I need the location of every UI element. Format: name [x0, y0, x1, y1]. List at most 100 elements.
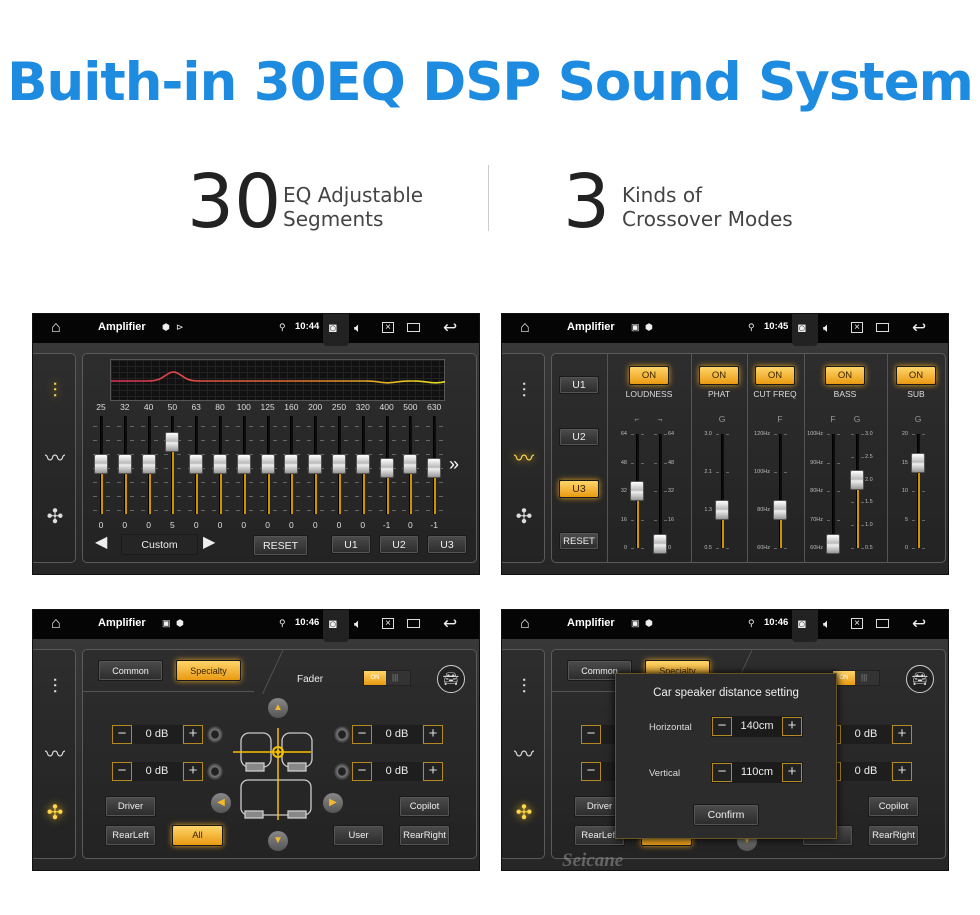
- camera-icon[interactable]: ◙: [329, 617, 337, 630]
- slider-knob[interactable]: [911, 452, 925, 473]
- slider-knob[interactable]: [403, 454, 418, 474]
- increase-button[interactable]: +: [183, 725, 203, 744]
- slider-knob[interactable]: [141, 454, 156, 474]
- close-window-icon[interactable]: ×: [382, 322, 394, 333]
- position-rearright[interactable]: RearRight: [399, 825, 450, 846]
- car-settings-button[interactable]: 🚘︎: [437, 665, 465, 693]
- slider-knob[interactable]: [213, 454, 227, 474]
- fader-toggle[interactable]: ON |||: [832, 670, 880, 686]
- seat-diagram[interactable]: [233, 725, 323, 825]
- down-arrow-button[interactable]: ▼: [268, 831, 288, 851]
- camera-icon[interactable]: ◙: [798, 617, 806, 630]
- slider-knob[interactable]: [355, 454, 370, 474]
- left-arrow-button[interactable]: ◀: [211, 793, 231, 813]
- slider-knob[interactable]: [236, 454, 251, 474]
- home-icon[interactable]: ⌂: [51, 616, 61, 632]
- more-bands-icon[interactable]: »: [449, 454, 459, 475]
- position-user[interactable]: User: [333, 825, 384, 846]
- position-rearright[interactable]: RearRight: [868, 825, 919, 846]
- close-window-icon[interactable]: ×: [851, 322, 863, 333]
- user-preset-U2[interactable]: U2: [379, 535, 419, 554]
- close-window-icon[interactable]: ×: [851, 618, 863, 629]
- recent-apps-icon[interactable]: [876, 619, 889, 628]
- back-icon[interactable]: ↩: [912, 319, 926, 336]
- waveform-icon[interactable]: 〰: [512, 442, 536, 471]
- slider-knob[interactable]: [284, 454, 299, 474]
- confirm-button[interactable]: Confirm: [693, 804, 759, 826]
- back-icon[interactable]: ↩: [912, 615, 926, 632]
- equalizer-icon[interactable]: ⫶: [512, 676, 536, 699]
- prev-preset-icon[interactable]: ◀: [95, 532, 107, 552]
- slider-knob[interactable]: [308, 454, 323, 474]
- increase-button[interactable]: +: [892, 725, 912, 744]
- home-icon[interactable]: ⌂: [520, 616, 530, 632]
- slider-knob[interactable]: [773, 500, 787, 520]
- tab-specialty[interactable]: Specialty: [176, 660, 241, 681]
- slider-knob[interactable]: [94, 454, 108, 474]
- slider-knob[interactable]: [427, 458, 442, 479]
- home-icon[interactable]: ⌂: [51, 320, 61, 336]
- toggle-sub[interactable]: ON: [896, 366, 936, 385]
- preset-U3[interactable]: U3: [559, 480, 599, 498]
- slider-knob[interactable]: [165, 432, 180, 452]
- decrease-button[interactable]: −: [352, 762, 372, 781]
- close-window-icon[interactable]: ×: [382, 618, 394, 629]
- camera-icon[interactable]: ◙: [798, 321, 806, 334]
- toggle-bass[interactable]: ON: [825, 366, 865, 385]
- back-icon[interactable]: ↩: [443, 615, 457, 632]
- decrease-button[interactable]: −: [112, 725, 132, 744]
- waveform-icon[interactable]: 〰: [512, 738, 536, 767]
- user-preset-U3[interactable]: U3: [427, 535, 467, 554]
- waveform-icon[interactable]: 〰: [43, 442, 67, 471]
- decrease-button[interactable]: −: [112, 762, 132, 781]
- toggle-loudness[interactable]: ON: [629, 366, 669, 385]
- tab-common[interactable]: Common: [98, 660, 163, 681]
- position-driver[interactable]: Driver: [105, 796, 156, 817]
- equalizer-icon[interactable]: ⫶: [43, 676, 67, 699]
- car-settings-button[interactable]: 🚘︎: [906, 665, 934, 693]
- increase-button[interactable]: +: [423, 762, 443, 781]
- decrease-button[interactable]: −: [352, 725, 372, 744]
- balance-icon[interactable]: ✣: [43, 504, 67, 529]
- volume-icon[interactable]: 🔈︎: [354, 321, 362, 334]
- position-rearleft[interactable]: RearLeft: [105, 825, 156, 846]
- equalizer-icon[interactable]: ⫶: [43, 380, 67, 403]
- equalizer-icon[interactable]: ⫶: [512, 380, 536, 403]
- balance-icon[interactable]: ✣: [512, 800, 536, 825]
- user-preset-U1[interactable]: U1: [331, 535, 371, 554]
- preset-name[interactable]: Custom: [121, 534, 198, 555]
- slider-track[interactable]: [659, 434, 662, 548]
- fader-toggle[interactable]: ON |||: [363, 670, 411, 686]
- slider-knob[interactable]: [189, 454, 204, 474]
- up-arrow-button[interactable]: ▲: [268, 698, 288, 718]
- preset-U2[interactable]: U2: [559, 428, 599, 446]
- slider-knob[interactable]: [826, 534, 840, 554]
- balance-icon[interactable]: ✣: [512, 504, 536, 529]
- volume-icon[interactable]: 🔈︎: [823, 321, 831, 334]
- slider-knob[interactable]: [379, 458, 394, 479]
- increase-button[interactable]: +: [892, 762, 912, 781]
- slider-knob[interactable]: [117, 454, 132, 474]
- home-icon[interactable]: ⌂: [520, 320, 530, 336]
- increase-horizontal-button[interactable]: +: [782, 717, 802, 736]
- position-all[interactable]: All: [172, 825, 223, 846]
- increase-button[interactable]: +: [423, 725, 443, 744]
- slider-knob[interactable]: [332, 454, 346, 474]
- preset-U1[interactable]: U1: [559, 376, 599, 394]
- slider-knob[interactable]: [850, 469, 864, 490]
- reset-button[interactable]: RESET: [253, 535, 308, 556]
- camera-icon[interactable]: ◙: [329, 321, 337, 334]
- position-copilot[interactable]: Copilot: [399, 796, 450, 817]
- back-icon[interactable]: ↩: [443, 319, 457, 336]
- waveform-icon[interactable]: 〰: [43, 738, 67, 767]
- decrease-button[interactable]: −: [581, 762, 601, 781]
- slider-knob[interactable]: [715, 500, 729, 520]
- toggle-cut-freq[interactable]: ON: [755, 366, 795, 385]
- decrease-horizontal-button[interactable]: −: [712, 717, 732, 736]
- slider-knob[interactable]: [630, 481, 644, 501]
- slider-knob[interactable]: [260, 454, 275, 474]
- right-arrow-button[interactable]: ▶: [323, 793, 343, 813]
- recent-apps-icon[interactable]: [407, 323, 420, 332]
- next-preset-icon[interactable]: ▶: [203, 532, 215, 552]
- balance-icon[interactable]: ✣: [43, 800, 67, 825]
